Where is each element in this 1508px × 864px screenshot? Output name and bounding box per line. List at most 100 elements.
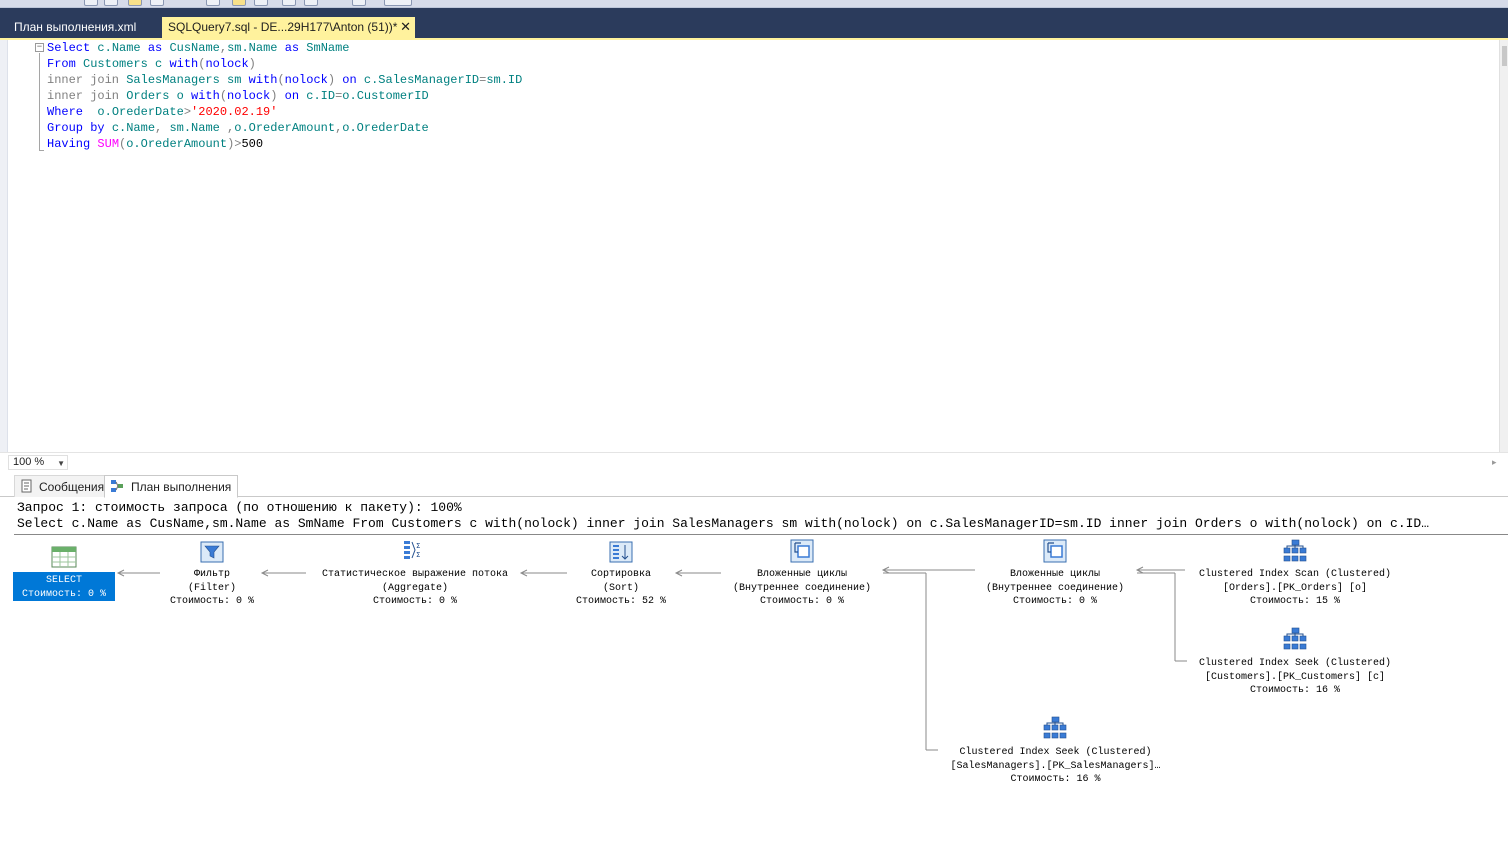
node-cost: Стоимость: 0 % — [21, 588, 106, 600]
code-token: ) — [327, 73, 343, 87]
toolbar-dropdown[interactable] — [384, 0, 412, 6]
code-token: ) — [248, 57, 256, 71]
code-token: Having — [47, 137, 98, 151]
toolbar-button[interactable] — [254, 0, 268, 6]
node-cost: Стоимость: 0 % — [759, 596, 844, 607]
tab-execution-plan[interactable]: План выполнения — [104, 475, 239, 498]
code-token: o.OrederAmount — [126, 137, 228, 151]
fold-guide-end — [39, 150, 44, 151]
nested-loops-icon[interactable] — [1042, 538, 1068, 564]
editor-selection-margin — [0, 40, 8, 452]
zoom-value: 100 % — [13, 456, 45, 468]
toolbar-button[interactable] — [304, 0, 318, 6]
toolbar-button[interactable] — [206, 0, 220, 6]
node-name: Фильтр — [193, 569, 230, 580]
node-name: Clustered Index Seek (Clustered) — [1198, 658, 1392, 669]
node-subtitle: (Внутреннее соединение) — [985, 582, 1125, 594]
clustered-index-icon[interactable] — [1282, 538, 1308, 564]
toolbar-button[interactable] — [84, 0, 98, 6]
code-line[interactable]: inner join Orders o with(nolock) on c.ID… — [47, 88, 522, 104]
table-grid-icon[interactable] — [51, 544, 77, 570]
tab-plan-xml[interactable]: План выполнения.xml — [0, 17, 158, 38]
code-token: sm.ID — [486, 73, 523, 87]
editor-vertical-scrollbar[interactable] — [1499, 40, 1508, 452]
code-token: o.OrederDate — [342, 121, 429, 135]
scroll-right-icon[interactable]: ▸ — [1492, 457, 1497, 468]
code-token: nolock — [227, 89, 271, 103]
node-subtitle: (Внутреннее соединение) — [732, 582, 872, 594]
code-token: inner join — [47, 73, 127, 87]
node-subtitle: (Filter) — [187, 582, 236, 594]
nested-loops-node-label[interactable]: Вложенные циклы (Внутреннее соединение) … — [975, 568, 1135, 609]
node-name: Clustered Index Seek (Clustered) — [959, 747, 1152, 758]
sort-node-label[interactable]: Сортировка (Sort) Стоимость: 52 % — [557, 568, 685, 609]
svg-text:Σ: Σ — [416, 551, 420, 559]
code-line[interactable]: Select c.Name as CusName,sm.Name as SmNa… — [47, 40, 522, 56]
code-token: with — [169, 57, 199, 71]
index-scan-orders-label[interactable]: Clustered Index Scan (Clustered) [Orders… — [1180, 568, 1410, 609]
node-name: Вложенные циклы — [1009, 569, 1100, 580]
code-line[interactable]: Having SUM(o.OrederAmount)>500 — [47, 136, 522, 152]
code-token: c.Name — [111, 121, 156, 135]
node-subtitle: (Aggregate) — [381, 582, 448, 594]
code-token: '2020.02.19' — [191, 105, 278, 119]
code-line[interactable]: Group by c.Name, sm.Name ,o.OrederAmount… — [47, 120, 522, 136]
toolbar-button[interactable] — [128, 0, 142, 6]
code-token: on — [342, 73, 364, 87]
node-cost: Стоимость: 15 % — [1249, 596, 1340, 607]
stream-aggregate-icon[interactable]: Σ Σ — [401, 538, 427, 564]
aggregate-node-label[interactable]: Статистическое выражение потока (Aggrega… — [300, 568, 530, 609]
select-node-label[interactable]: SELECT Стоимость: 0 % — [13, 574, 115, 601]
code-token: nolock — [205, 57, 249, 71]
code-token: Customers c — [83, 57, 170, 71]
node-subtitle: [Customers].[PK_Customers] [c] — [1204, 671, 1386, 683]
document-tab-bar: План выполнения.xml SQLQuery7.sql - DE..… — [0, 8, 1508, 38]
code-token: as — [147, 41, 170, 55]
scrollbar-thumb[interactable] — [1502, 46, 1507, 66]
index-seek-salesmanagers-label[interactable]: Clustered Index Seek (Clustered) [SalesM… — [928, 746, 1183, 787]
fold-guide — [39, 53, 40, 150]
zoom-select[interactable]: 100 % ▼ — [8, 455, 68, 470]
tab-label: План выполнения.xml — [14, 20, 137, 34]
code-token: ( — [219, 89, 228, 103]
code-token: SUM — [97, 137, 120, 151]
code-line[interactable]: Where o.OrederDate>'2020.02.19' — [47, 104, 522, 120]
node-name: Вложенные циклы — [756, 569, 847, 580]
sort-icon[interactable] — [608, 539, 634, 565]
nested-loops-icon[interactable] — [789, 538, 815, 564]
node-cost: Стоимость: 16 % — [1010, 774, 1101, 785]
tab-label: SQLQuery7.sql - DE...29H177\Anton (51))* — [168, 20, 398, 34]
filter-icon[interactable] — [199, 539, 225, 565]
toolbar-button[interactable] — [352, 0, 366, 6]
code-token: c.Name — [97, 41, 148, 55]
toolbar-button[interactable] — [232, 0, 246, 6]
execution-plan-panel[interactable]: Запрос 1: стоимость запроса (по отношени… — [0, 498, 1508, 864]
filter-node-label[interactable]: Фильтр (Filter) Стоимость: 0 % — [146, 568, 278, 609]
index-seek-customers-label[interactable]: Clustered Index Seek (Clustered) [Custom… — [1180, 657, 1410, 698]
code-token: nolock — [284, 73, 328, 87]
code-line[interactable]: From Customers c with(nolock) — [47, 56, 522, 72]
collapse-toggle-icon[interactable]: − — [35, 43, 44, 52]
node-name: Сортировка — [590, 569, 651, 580]
close-icon[interactable]: ✕ — [400, 19, 411, 35]
code-text[interactable]: Select c.Name as CusName,sm.Name as SmNa… — [47, 40, 522, 152]
code-line[interactable]: inner join SalesManagers sm with(nolock)… — [47, 72, 522, 88]
clustered-index-icon[interactable] — [1282, 626, 1308, 652]
messages-icon — [21, 479, 32, 493]
node-name: SELECT — [45, 575, 82, 586]
chevron-down-icon[interactable]: ▼ — [57, 457, 65, 470]
code-token: ( — [277, 73, 285, 87]
sql-editor[interactable]: − Select c.Name as CusName,sm.Name as Sm… — [0, 40, 1508, 452]
toolbar-button[interactable] — [150, 0, 164, 6]
code-token: with — [191, 89, 220, 103]
nested-loops-node-label[interactable]: Вложенные циклы (Внутреннее соединение) … — [722, 568, 882, 609]
tab-messages[interactable]: Сообщения — [14, 475, 112, 497]
toolbar-button[interactable] — [282, 0, 296, 6]
toolbar-button[interactable] — [104, 0, 118, 6]
editor-margin — [8, 40, 26, 452]
code-token: > — [183, 105, 192, 119]
node-name: Clustered Index Scan (Clustered) — [1198, 569, 1392, 580]
clustered-index-icon[interactable] — [1042, 715, 1068, 741]
code-token: Group by — [47, 121, 112, 135]
tab-sqlquery7[interactable]: SQLQuery7.sql - DE...29H177\Anton (51))*… — [162, 17, 415, 38]
